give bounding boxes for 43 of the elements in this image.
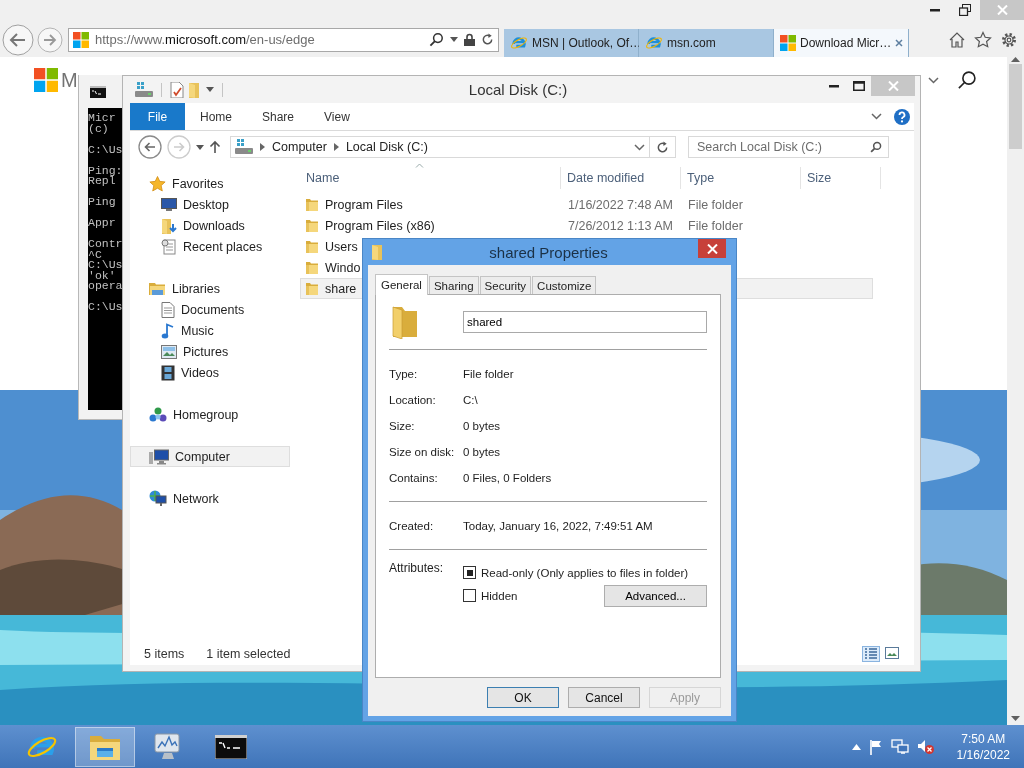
type-cell-text: File folder bbox=[687, 218, 744, 233]
console-line: Repl bbox=[88, 176, 116, 187]
property-label: Type: bbox=[389, 368, 419, 380]
url-text: https://www.microsoft.com/en-us/edge bbox=[95, 32, 316, 47]
console-line: Contr bbox=[88, 239, 122, 250]
checkbox-label: Read-only (Only applies to files in folder) bbox=[481, 566, 689, 579]
console-line: C:\Us bbox=[88, 144, 122, 155]
property-value: 0 bytes bbox=[463, 420, 501, 432]
property-value: File folder bbox=[463, 368, 514, 380]
file-name: Users bbox=[325, 239, 358, 254]
dialog-title: shared Properties bbox=[488, 243, 609, 261]
console-line: (c) bbox=[88, 123, 110, 134]
property-label: Location: bbox=[389, 394, 437, 406]
console-line: C:\Us bbox=[88, 260, 122, 271]
property-value: 0 Files, 0 Folders bbox=[463, 472, 552, 484]
date-cell-text: 7/26/2012 1:13 AM bbox=[567, 218, 674, 233]
console-line: ^C bbox=[88, 249, 102, 260]
property-label: Created: bbox=[389, 520, 435, 532]
property-value: C:\ bbox=[463, 394, 478, 406]
console-line: opera bbox=[88, 281, 122, 292]
window-title: Local Disk (C:) bbox=[467, 81, 569, 98]
console-line: Ping bbox=[88, 197, 117, 208]
status-text: 5 items bbox=[144, 646, 185, 661]
file-name: share bbox=[325, 281, 357, 296]
property-label: Contains: bbox=[389, 472, 439, 484]
console-line: Micr bbox=[88, 113, 117, 124]
type-cell-text: File folder bbox=[687, 197, 744, 212]
status-text: 1 item selected bbox=[206, 646, 291, 661]
property-label: Size on disk: bbox=[389, 446, 456, 458]
console-line: C:\Us bbox=[88, 302, 122, 313]
console-line: Ping: bbox=[88, 165, 122, 176]
date-cell-text: 1/16/2022 7:48 AM bbox=[567, 197, 674, 212]
file-name: Windo bbox=[325, 260, 361, 275]
file-name: Program Files bbox=[325, 197, 403, 212]
property-value: 0 bytes bbox=[463, 446, 501, 458]
checkbox-label: Hidden bbox=[481, 589, 518, 602]
property-value: Today, January 16, 2022, 7:49:51 AM bbox=[463, 520, 653, 532]
console-line: Appr bbox=[88, 218, 117, 229]
property-label: Attributes: bbox=[389, 561, 445, 577]
file-name: Program Files (x86) bbox=[325, 218, 435, 233]
console-line: 'ok' bbox=[88, 270, 117, 281]
property-label: Size: bbox=[389, 420, 416, 432]
logo-text: M bbox=[61, 68, 78, 92]
